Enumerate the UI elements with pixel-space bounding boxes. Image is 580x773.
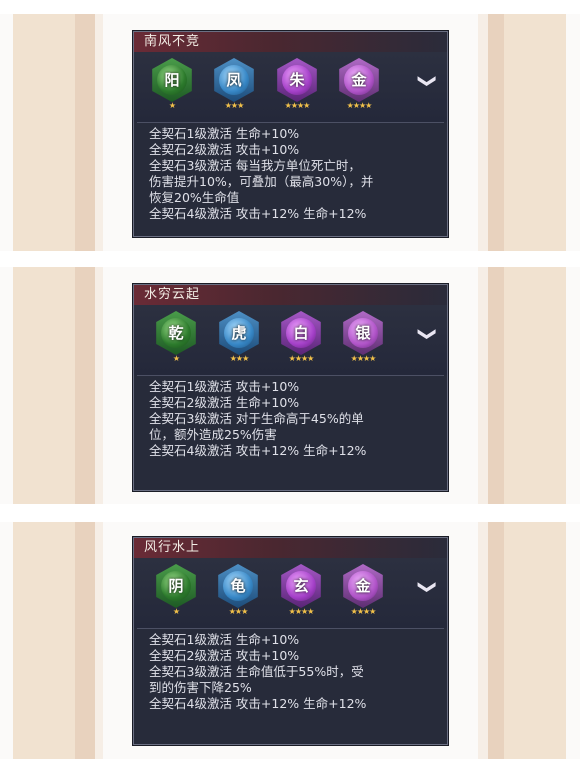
scroll-edge-right bbox=[504, 14, 566, 251]
set-description: 全契石1级激活 生命+10% 全契石2级激活 攻击+10% 全契石3级激活 每当… bbox=[137, 122, 444, 222]
set-title: 风行水上 bbox=[134, 538, 447, 558]
stone-glyph: 银 bbox=[348, 318, 378, 348]
star-rating: ★★★★ bbox=[350, 354, 377, 363]
bonus-line: 位，额外造成25%伤害 bbox=[149, 427, 277, 442]
contract-stone[interactable]: 银 ★★★★ bbox=[339, 311, 387, 363]
scroll-edge-left-fold bbox=[75, 522, 95, 759]
scroll-edge-left bbox=[13, 14, 75, 251]
contract-stone[interactable]: 龟 ★★★ bbox=[214, 564, 262, 616]
stone-glyph: 凤 bbox=[219, 65, 249, 95]
bonus-line: 全契石4级激活 攻击+12% 生命+12% bbox=[149, 206, 367, 221]
scroll-edge-left-inner bbox=[95, 14, 103, 251]
bonus-line: 恢复20%生命值 bbox=[149, 190, 240, 205]
scroll-edge-right bbox=[504, 267, 566, 504]
bonus-line: 全契石4级激活 攻击+12% 生命+12% bbox=[149, 443, 367, 458]
bonus-line: 全契石2级激活 攻击+10% bbox=[149, 142, 300, 157]
stone-glyph: 乾 bbox=[161, 318, 191, 348]
scroll-edge-right-inner bbox=[478, 522, 488, 759]
contract-stone[interactable]: 白 ★★★★ bbox=[277, 311, 325, 363]
set-panel: 风行水上 阴 ★ 龟 ★★★ 玄 ★★★★ 金 ★★★★ ❯ 全契石1级激活 生命+10… bbox=[133, 537, 448, 745]
star-rating: ★★★★ bbox=[288, 607, 315, 616]
scroll-edge-left-inner bbox=[95, 267, 103, 504]
star-rating: ★ bbox=[172, 354, 180, 363]
chevron-down-icon[interactable]: ❯ bbox=[416, 322, 438, 346]
scroll-edge-left-fold bbox=[75, 267, 95, 504]
stone-glyph: 龟 bbox=[223, 571, 253, 601]
scroll-edge-left bbox=[13, 522, 75, 759]
stone-glyph: 白 bbox=[286, 318, 316, 348]
stone-glyph: 虎 bbox=[224, 318, 254, 348]
scroll-edge-right-fold bbox=[488, 267, 504, 504]
chevron-down-icon[interactable]: ❯ bbox=[416, 69, 438, 93]
bonus-line: 全契石1级激活 生命+10% bbox=[149, 632, 300, 647]
star-rating: ★ bbox=[172, 607, 180, 616]
set-description: 全契石1级激活 生命+10% 全契石2级激活 攻击+10% 全契石3级激活 生命… bbox=[137, 628, 444, 712]
set-title: 水穷云起 bbox=[134, 285, 447, 305]
stone-row: 阳 ★ 凤 ★★★ 朱 ★★★★ 金 ★★★★ ❯ bbox=[134, 52, 447, 122]
chevron-down-icon[interactable]: ❯ bbox=[416, 575, 438, 599]
bonus-line: 全契石1级激活 攻击+10% bbox=[149, 379, 300, 394]
bonus-line: 全契石3级激活 生命值低于55%时，受 bbox=[149, 664, 364, 679]
scroll-edge-left bbox=[13, 267, 75, 504]
star-rating: ★★★★ bbox=[346, 101, 373, 110]
scroll-edge-right-inner bbox=[478, 267, 488, 504]
scroll-edge-right-inner bbox=[478, 14, 488, 251]
set-description: 全契石1级激活 攻击+10% 全契石2级激活 生命+10% 全契石3级激活 对于… bbox=[137, 375, 444, 459]
stone-glyph: 金 bbox=[344, 65, 374, 95]
set-title: 南风不竞 bbox=[134, 32, 447, 52]
contract-stone[interactable]: 玄 ★★★★ bbox=[277, 564, 325, 616]
star-rating: ★ bbox=[168, 101, 176, 110]
stone-glyph: 阳 bbox=[157, 65, 187, 95]
scroll-edge-right-fold bbox=[488, 14, 504, 251]
star-rating: ★★★★ bbox=[288, 354, 315, 363]
scroll-edge-right-fold bbox=[488, 522, 504, 759]
bonus-line: 全契石4级激活 攻击+12% 生命+12% bbox=[149, 696, 367, 711]
scroll-edge-left-inner bbox=[95, 522, 103, 759]
bonus-line: 伤害提升10%，可叠加（最高30%），并 bbox=[149, 174, 374, 189]
contract-stone[interactable]: 阳 ★ bbox=[148, 58, 196, 110]
contract-stone[interactable]: 金 ★★★★ bbox=[335, 58, 383, 110]
bonus-line: 到的伤害下降25% bbox=[149, 680, 252, 695]
bonus-line: 全契石3级激活 每当我方单位死亡时， bbox=[149, 158, 361, 173]
bonus-line: 全契石3级激活 对于生命高于45%的单 bbox=[149, 411, 364, 426]
contract-stone[interactable]: 朱 ★★★★ bbox=[273, 58, 321, 110]
stone-row: 阴 ★ 龟 ★★★ 玄 ★★★★ 金 ★★★★ ❯ bbox=[134, 558, 447, 628]
star-rating: ★★★★ bbox=[350, 607, 377, 616]
stone-row: 乾 ★ 虎 ★★★ 白 ★★★★ 银 ★★★★ ❯ bbox=[134, 305, 447, 375]
star-rating: ★★★ bbox=[224, 101, 245, 110]
bonus-line: 全契石1级激活 生命+10% bbox=[149, 126, 300, 141]
stone-glyph: 阴 bbox=[161, 571, 191, 601]
star-rating: ★★★★ bbox=[284, 101, 311, 110]
set-panel: 南风不竞 阳 ★ 凤 ★★★ 朱 ★★★★ 金 ★★★★ ❯ 全契石1级激活 生命+10… bbox=[133, 31, 448, 237]
bonus-line: 全契石2级激活 生命+10% bbox=[149, 395, 300, 410]
contract-stone[interactable]: 乾 ★ bbox=[152, 311, 200, 363]
stone-glyph: 玄 bbox=[286, 571, 316, 601]
scroll-edge-left-fold bbox=[75, 14, 95, 251]
stone-glyph: 金 bbox=[348, 571, 378, 601]
scroll-edge-right bbox=[504, 522, 566, 759]
contract-stone[interactable]: 虎 ★★★ bbox=[215, 311, 263, 363]
star-rating: ★★★ bbox=[228, 607, 249, 616]
set-panel: 水穷云起 乾 ★ 虎 ★★★ 白 ★★★★ 银 ★★★★ ❯ 全契石1级激活 攻击+10… bbox=[133, 284, 448, 491]
star-rating: ★★★ bbox=[229, 354, 250, 363]
stone-glyph: 朱 bbox=[282, 65, 312, 95]
contract-stone[interactable]: 金 ★★★★ bbox=[339, 564, 387, 616]
bonus-line: 全契石2级激活 攻击+10% bbox=[149, 648, 300, 663]
contract-stone[interactable]: 凤 ★★★ bbox=[210, 58, 258, 110]
contract-stone[interactable]: 阴 ★ bbox=[152, 564, 200, 616]
